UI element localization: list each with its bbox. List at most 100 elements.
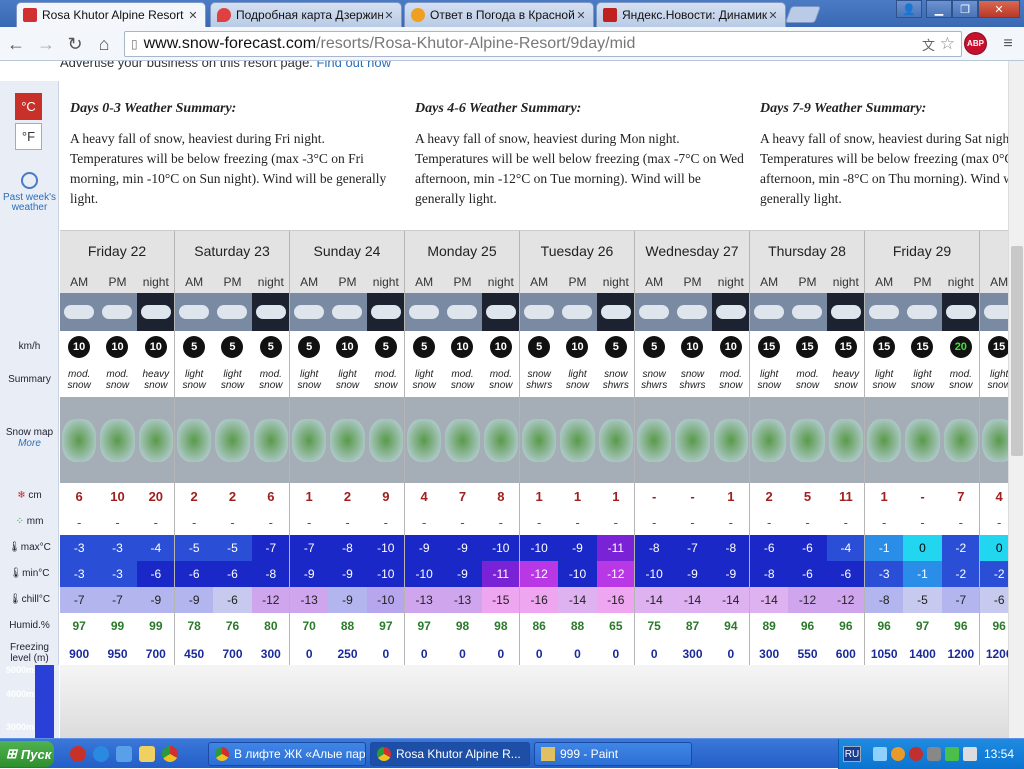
- snow-map-thumb[interactable]: [558, 397, 597, 483]
- close-window-icon[interactable]: ✕: [978, 0, 1020, 18]
- snow-map-thumb[interactable]: [481, 397, 520, 483]
- snow-map-thumb[interactable]: [136, 397, 175, 483]
- network-icon[interactable]: [873, 747, 887, 761]
- snow-map-thumb[interactable]: [750, 397, 789, 483]
- task-paint[interactable]: 999 - Paint: [534, 742, 692, 766]
- snow-map-thumb[interactable]: [443, 397, 482, 483]
- address-bar[interactable]: ▯ www.snow-forecast.com/resorts/Rosa-Khu…: [124, 31, 962, 57]
- snow-map-thumb[interactable]: [405, 397, 444, 483]
- tab-weather-forum[interactable]: Ответ в Погода в Красной Г ✕: [404, 2, 594, 27]
- wind-speed-badge: 20: [949, 336, 972, 358]
- wind-cell: 5: [213, 331, 252, 363]
- vertical-scrollbar[interactable]: [1008, 61, 1024, 738]
- volume-icon[interactable]: [963, 747, 977, 761]
- clock-icon[interactable]: [21, 172, 38, 189]
- snow-map-thumb[interactable]: [941, 397, 980, 483]
- advert-link[interactable]: Find out now: [317, 61, 391, 70]
- close-tab-icon[interactable]: ✕: [383, 9, 395, 22]
- cloud-snow-icon: [443, 293, 482, 331]
- new-tab-button[interactable]: [784, 6, 822, 23]
- tab-rosa-khutor[interactable]: Rosa Khutor Alpine Resort 9 D ✕: [16, 2, 206, 27]
- ie-icon[interactable]: [93, 746, 109, 762]
- past-weather-link[interactable]: Past week's weather: [2, 193, 57, 213]
- rain-amount: -: [76, 514, 82, 530]
- snow-amount: 2: [190, 488, 198, 504]
- home-icon[interactable]: ⌂: [92, 32, 116, 56]
- language-indicator[interactable]: RU: [843, 746, 861, 762]
- translate-icon[interactable]: 文: [922, 35, 935, 54]
- chill-temp: -6: [213, 587, 252, 613]
- forecast-table: Friday 22 AM 10 mod. snow 6- -3 -3 -7 97 900 PM 10 m…: [60, 231, 1008, 669]
- snow-map-thumb[interactable]: [98, 397, 137, 483]
- outlook-icon[interactable]: [116, 746, 132, 762]
- weather-summary: light snow: [757, 369, 781, 391]
- cloud-shape: [179, 305, 210, 319]
- menu-icon[interactable]: ≡: [996, 32, 1020, 56]
- celsius-button[interactable]: °C: [15, 93, 42, 120]
- reload-icon[interactable]: ↻: [63, 32, 87, 56]
- snow-map-thumb[interactable]: [673, 397, 712, 483]
- tray-app-icon[interactable]: [945, 747, 959, 761]
- snow-map-thumb[interactable]: [213, 397, 252, 483]
- back-icon[interactable]: ←: [4, 32, 28, 56]
- close-tab-icon[interactable]: ✕: [767, 9, 779, 22]
- close-tab-icon[interactable]: ✕: [187, 9, 199, 22]
- snow-map-thumb[interactable]: [788, 397, 827, 483]
- snow-amount: 10: [110, 488, 125, 504]
- close-tab-icon[interactable]: ✕: [575, 9, 587, 22]
- max-temp: -10: [481, 535, 520, 561]
- snow-map-thumb[interactable]: [635, 397, 674, 483]
- restore-icon[interactable]: ❐: [952, 0, 978, 18]
- task-chrome-rosa[interactable]: Rosa Khutor Alpine R...: [370, 742, 530, 766]
- user-icon[interactable]: 👤: [896, 0, 922, 18]
- forward-icon[interactable]: →: [34, 32, 58, 56]
- fahrenheit-button[interactable]: °F: [15, 123, 42, 150]
- start-button[interactable]: ⊞ Пуск: [0, 741, 54, 767]
- minimize-icon[interactable]: ▁: [926, 0, 952, 18]
- snow-map-thumb[interactable]: [903, 397, 942, 483]
- chill-temp: -14: [558, 587, 597, 613]
- snow-map-thumb[interactable]: [60, 397, 99, 483]
- folder-icon[interactable]: [139, 746, 155, 762]
- snow-map-more-link[interactable]: More: [18, 438, 41, 449]
- task-chrome-lift[interactable]: В лифте ЖК «Алые пар...: [208, 742, 366, 766]
- map-pin-icon: [217, 8, 231, 22]
- tray-app-icon[interactable]: [891, 747, 905, 761]
- chill-temp: -14: [635, 587, 674, 613]
- day-header: Wednesday 27: [635, 231, 750, 271]
- tab-yandex-news[interactable]: Яндекс.Новости: Динамика ✕: [596, 2, 786, 27]
- snow-map-thumb[interactable]: [520, 397, 559, 483]
- humidity: 89: [762, 619, 776, 633]
- snow-map-thumb[interactable]: [826, 397, 865, 483]
- cloud-snow-icon: [60, 293, 99, 331]
- tab-label: Яндекс.Новости: Динамика: [622, 8, 767, 22]
- humidity: 80: [264, 619, 278, 633]
- opera-icon[interactable]: [70, 746, 86, 762]
- snow-amount: 4: [420, 488, 428, 504]
- period-label: PM: [903, 271, 942, 293]
- weather-summary: light snow: [297, 369, 321, 391]
- snow-map-thumb[interactable]: [980, 397, 1008, 483]
- scrollbar-thumb[interactable]: [1011, 246, 1023, 456]
- snow-map-thumb[interactable]: [175, 397, 214, 483]
- wind-speed-badge: 10: [336, 336, 359, 358]
- chill-temp: -16: [520, 587, 559, 613]
- snow-map-thumb[interactable]: [865, 397, 904, 483]
- snow-map-thumb[interactable]: [366, 397, 405, 483]
- snow-map-thumb[interactable]: [251, 397, 290, 483]
- wind-speed-badge: 10: [566, 336, 589, 358]
- snow-map-thumb[interactable]: [596, 397, 635, 483]
- snow-amount: 2: [343, 488, 352, 504]
- chill-temp: -6: [980, 587, 1008, 613]
- tray-app-icon[interactable]: [909, 747, 923, 761]
- snow-map-thumb[interactable]: [290, 397, 329, 483]
- tab-map[interactable]: Подробная карта Дзержинс ✕: [210, 2, 402, 27]
- snow-map-thumb[interactable]: [328, 397, 367, 483]
- period-label: PM: [98, 271, 137, 293]
- snow-map-thumb[interactable]: [711, 397, 750, 483]
- bookmark-star-icon[interactable]: ☆: [940, 34, 955, 54]
- adblock-icon[interactable]: ABP: [964, 32, 987, 55]
- rain-amount: -: [460, 514, 465, 530]
- chrome-icon[interactable]: [162, 746, 178, 762]
- tray-app-icon[interactable]: [927, 747, 941, 761]
